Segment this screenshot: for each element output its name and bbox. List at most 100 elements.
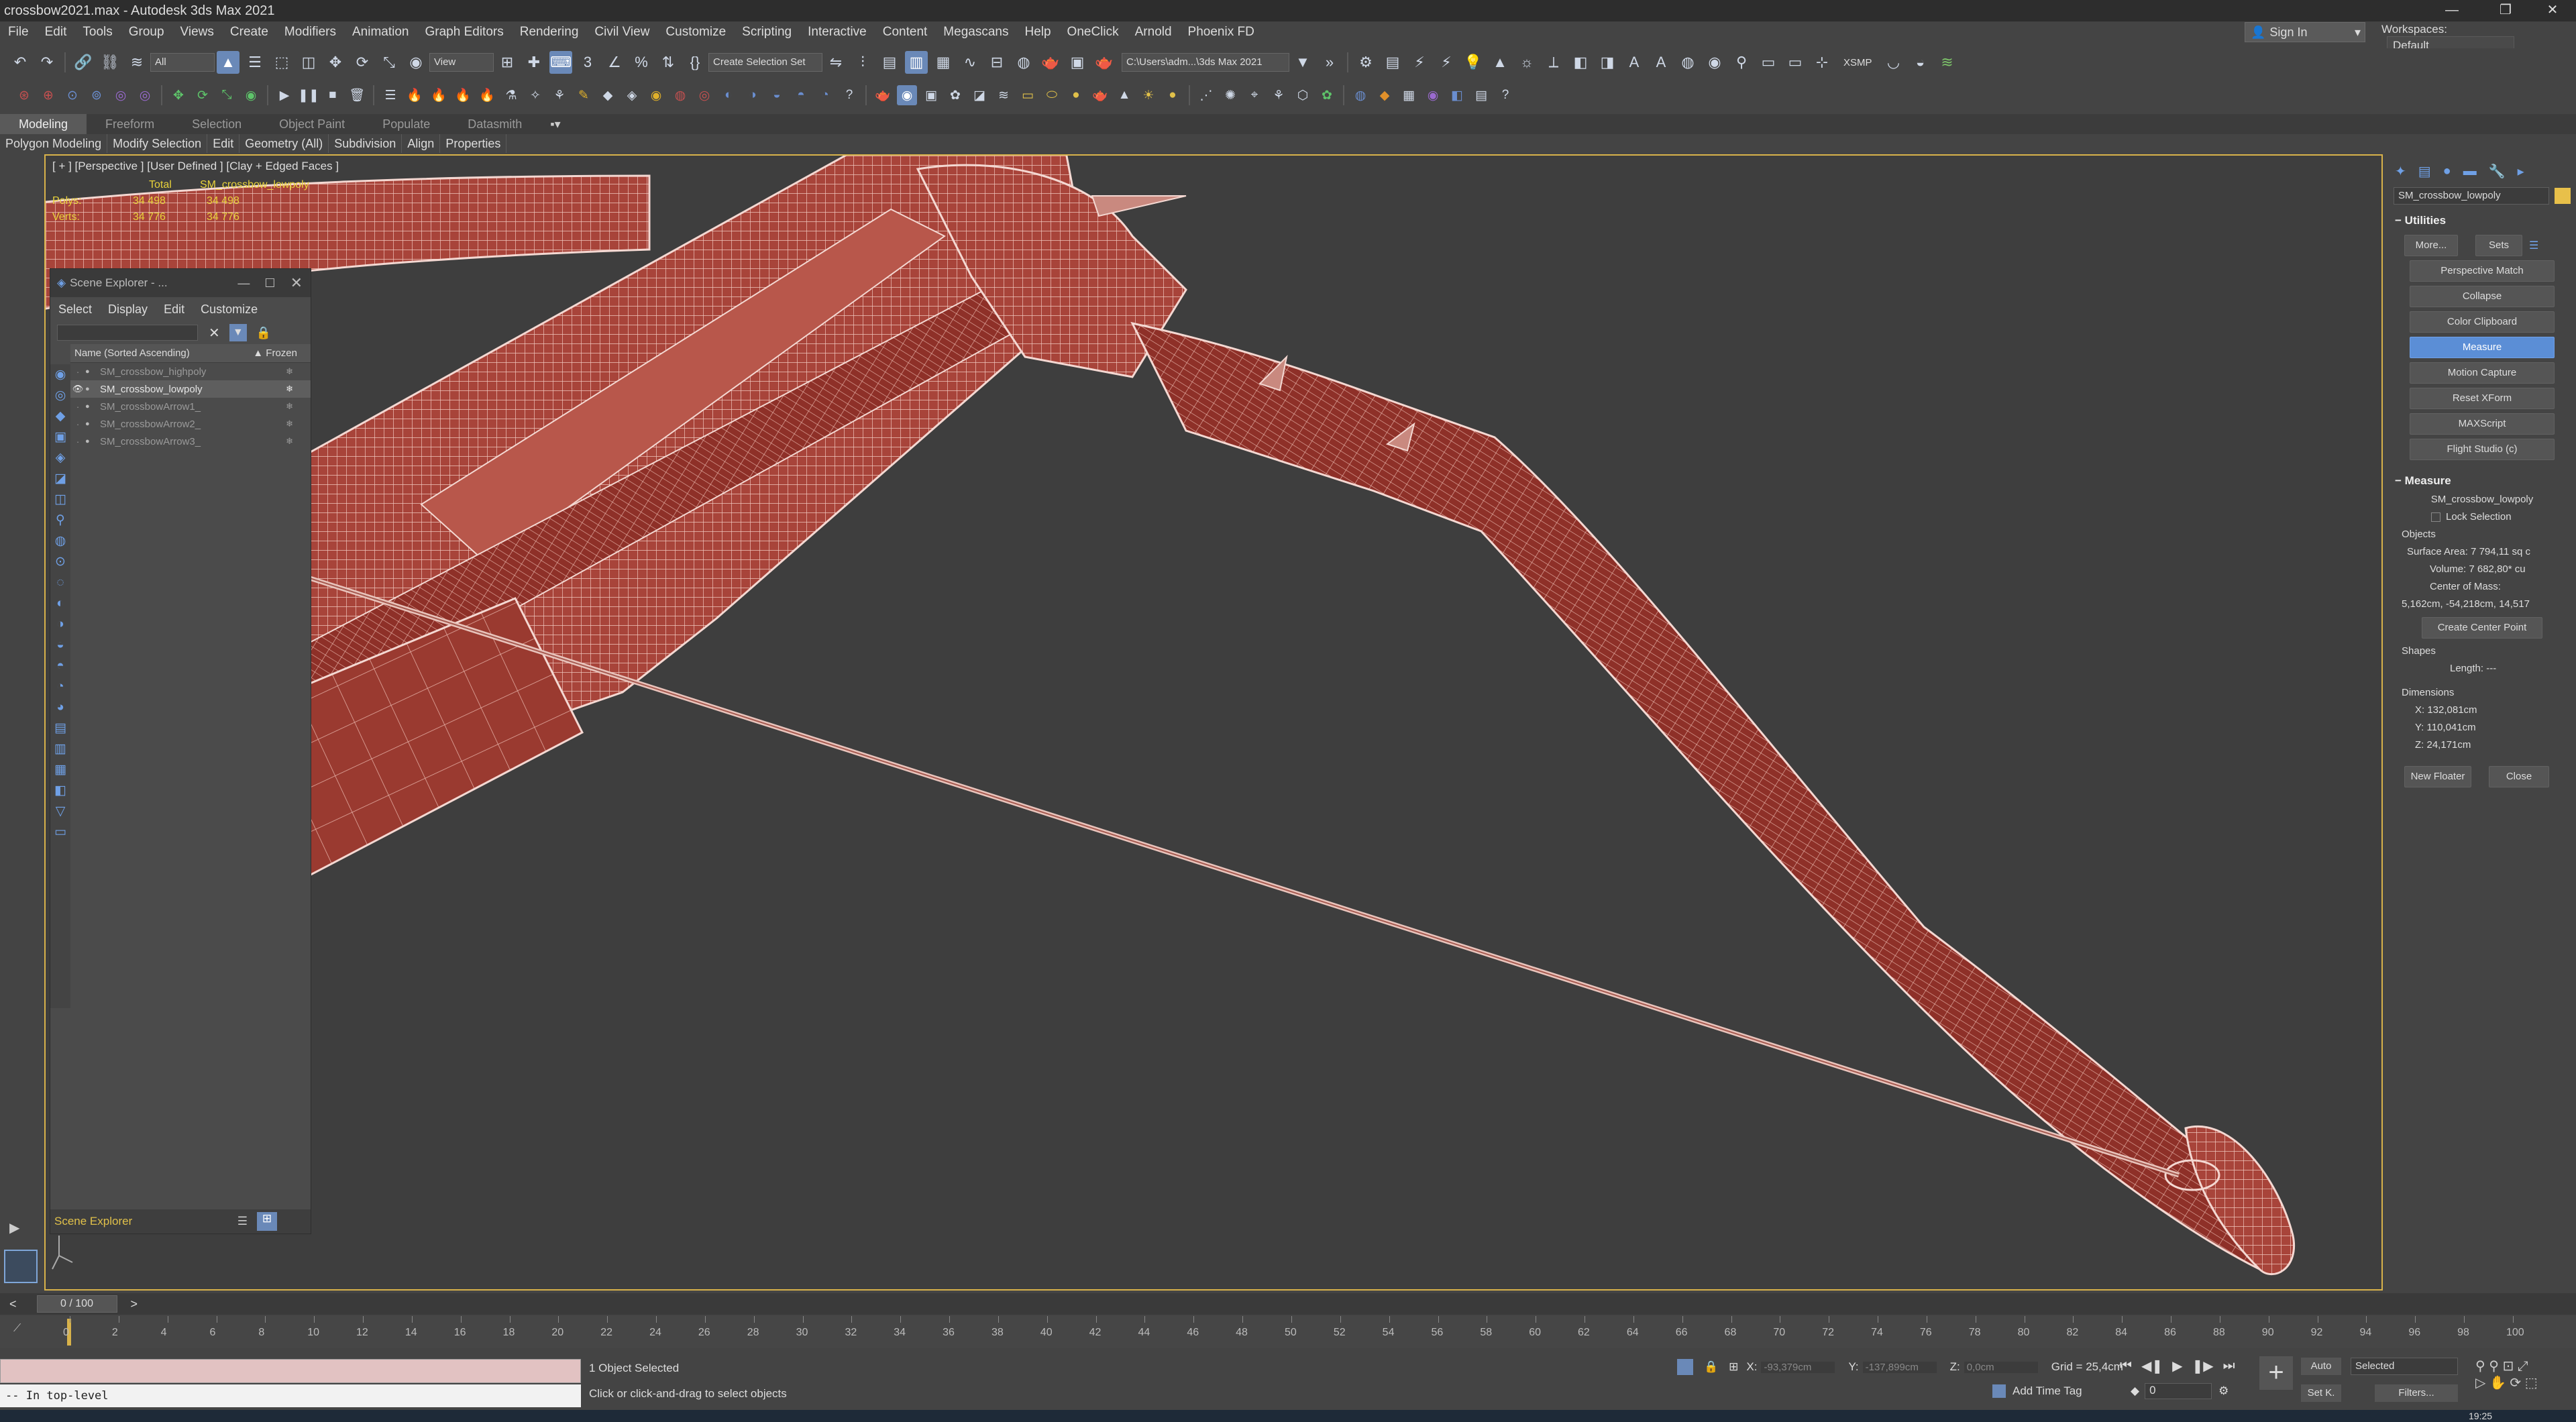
tool-icon-43[interactable]: ?	[1495, 85, 1515, 105]
lock-icon[interactable]: 🔒	[1704, 1360, 1718, 1374]
plugin-icon-3[interactable]: ⚡	[1408, 51, 1431, 74]
ribbon-tab-modeling[interactable]: Modeling	[0, 114, 87, 134]
align-icon[interactable]: ⫶	[851, 51, 874, 74]
close-window-icon[interactable]: ✕	[2529, 0, 2576, 21]
freeze-icon[interactable]: ❄	[286, 419, 293, 429]
pivot-center-icon[interactable]: ⊞	[496, 51, 519, 74]
create-center-point-button[interactable]: Create Center Point	[2422, 617, 2542, 639]
tool-icon-27[interactable]: ▣	[921, 85, 941, 105]
tool-icon-36[interactable]: ✿	[1317, 85, 1337, 105]
ribbon-subtab-polygon-modeling[interactable]: Polygon Modeling	[0, 134, 108, 153]
ribbon-subtab-properties[interactable]: Properties	[440, 134, 507, 153]
close-button[interactable]: Close	[2489, 766, 2549, 787]
menu-item-content[interactable]: Content	[875, 21, 936, 43]
plugin-icon-4[interactable]: ⚡	[1435, 51, 1458, 74]
pause-icon[interactable]: ❚❚	[298, 85, 319, 105]
angle-snap-icon[interactable]: ∠	[603, 51, 626, 74]
orbit-icon[interactable]: ⟳	[2510, 1376, 2521, 1390]
go-to-end-icon[interactable]: ⏭	[2223, 1358, 2235, 1374]
plugin-icon-15[interactable]: ▭	[1784, 51, 1807, 74]
menu-item-edit[interactable]: Edit	[37, 21, 75, 43]
column-name[interactable]: Name (Sorted Ascending)	[70, 347, 190, 359]
more-button[interactable]: More...	[2404, 235, 2458, 256]
plugin-icon-8[interactable]: ◨	[1596, 51, 1619, 74]
panel-menu-icon[interactable]: ▸	[2518, 163, 2524, 180]
ribbon-subtab-geometry-all-[interactable]: Geometry (All)	[239, 134, 329, 153]
render-dot-icon[interactable]: ●	[85, 368, 96, 376]
hidden-eye-icon[interactable]: ·	[70, 437, 85, 447]
freeze-icon[interactable]: ❄	[286, 436, 293, 447]
close-icon[interactable]: ✕	[290, 274, 303, 292]
menu-item-civil-view[interactable]: Civil View	[586, 21, 657, 43]
menu-item-file[interactable]: File	[0, 21, 37, 43]
scene-object-row[interactable]: · ● SM_crossbow_highpoly ❄	[70, 363, 311, 380]
menu-item-views[interactable]: Views	[172, 21, 222, 43]
maximize-viewport-icon[interactable]: ⤢	[2518, 1359, 2528, 1374]
sun-icon[interactable]: ☼	[1515, 51, 1538, 74]
selection-lock-toggle[interactable]	[1677, 1359, 1693, 1375]
time-slider-thumb[interactable]: 0 / 100	[36, 1295, 117, 1313]
toggle-scene-explorer-icon[interactable]: ▤	[878, 51, 901, 74]
tool-icon-33[interactable]: ⌖	[1244, 85, 1265, 105]
track-bar[interactable]: ⟋ 0 2 4 6 8 10 12 14 16 18 20 22 24 26 28 30 32 34 36 38 40 4…	[0, 1316, 2576, 1348]
rotate-icon[interactable]: ⟳	[351, 51, 374, 74]
trash-icon[interactable]: 🗑	[347, 85, 367, 105]
auto-key-button[interactable]: Auto	[2301, 1358, 2341, 1375]
tool-icon-37[interactable]: ◍	[1350, 85, 1371, 105]
prev-frame-icon[interactable]: <	[9, 1297, 17, 1311]
create-tab-icon[interactable]: ✦	[2395, 163, 2406, 180]
ribbon-subtab-align[interactable]: Align	[402, 134, 441, 153]
cone-icon[interactable]: ⬭	[1042, 85, 1062, 105]
project-folder-icon[interactable]: ▼	[1291, 51, 1314, 74]
utilities-rollout-header[interactable]: − Utilities	[2388, 211, 2576, 231]
utility-motion-capturebutton[interactable]: Motion Capture	[2410, 362, 2555, 384]
redo-icon[interactable]: ↷	[36, 51, 58, 74]
scene-menu-edit[interactable]: Edit	[156, 303, 193, 317]
maximize-icon[interactable]: ☐	[264, 276, 275, 290]
current-frame-field[interactable]: 0	[2145, 1383, 2212, 1399]
menu-item-help[interactable]: Help	[1016, 21, 1059, 43]
scale-icon[interactable]: ⤡	[378, 51, 400, 74]
tool-icon-42[interactable]: ▤	[1471, 85, 1491, 105]
eye-icon[interactable]: 👁	[70, 384, 85, 394]
menu-item-group[interactable]: Group	[121, 21, 172, 43]
rendered-frame-window-icon[interactable]: ▣	[1066, 51, 1089, 74]
selection-filter-dropdown[interactable]: All	[150, 53, 215, 72]
render-production-icon[interactable]: 🫖	[1093, 51, 1116, 74]
hidden-eye-icon[interactable]: ·	[70, 402, 85, 412]
play-animation-icon[interactable]: ▶	[2172, 1358, 2182, 1374]
plugin-icon-1[interactable]: ⚙	[1354, 51, 1377, 74]
xsmp-label[interactable]: XSMP	[1843, 57, 1872, 68]
utility-maxscriptbutton[interactable]: MAXScript	[2410, 413, 2555, 435]
next-frame-icon[interactable]: >	[131, 1297, 138, 1311]
light-icon[interactable]: 💡	[1462, 51, 1485, 74]
tool-icon-22[interactable]: ◒	[767, 85, 787, 105]
zoom-all-icon[interactable]: ⚲	[2489, 1359, 2499, 1374]
tool-icon-5[interactable]: ◎	[111, 85, 131, 105]
plugin-icon-2[interactable]: ▤	[1381, 51, 1404, 74]
scene-explorer-titlebar[interactable]: ◈ Scene Explorer - ... — ☐ ✕	[50, 269, 311, 297]
tool-icon-25[interactable]: 🫖	[873, 85, 893, 105]
render-dot-icon[interactable]: ●	[85, 420, 96, 428]
tool-icon-9[interactable]: ⤡	[217, 85, 237, 105]
tool-icon-20[interactable]: ◐	[718, 85, 739, 105]
tool-icon-40[interactable]: ◉	[1423, 85, 1443, 105]
hierarchy-tab-icon[interactable]: ●	[2443, 164, 2451, 179]
tool-icon-23[interactable]: ◓	[791, 85, 811, 105]
layer-explorer-icon[interactable]: ▥	[905, 51, 928, 74]
unlink-icon[interactable]: ⛓	[99, 51, 121, 74]
menu-item-rendering[interactable]: Rendering	[512, 21, 587, 43]
utility-collapsebutton[interactable]: Collapse	[2410, 286, 2555, 307]
scene-object-row[interactable]: · ● SM_crossbowArrow2_ ❄	[70, 415, 311, 433]
fov-icon[interactable]: ▷	[2475, 1376, 2485, 1390]
key-filter-dropdown[interactable]: Selected	[2351, 1358, 2458, 1375]
tool-icon-18[interactable]: ◍	[670, 85, 690, 105]
render-dot-icon[interactable]: ●	[85, 402, 96, 411]
link-icon[interactable]: 🔗	[72, 51, 95, 74]
project-path-dropdown[interactable]: C:\Users\adm...\3ds Max 2021	[1122, 53, 1289, 72]
freeze-icon[interactable]: ❄	[286, 366, 293, 377]
percent-snap-icon[interactable]: %	[630, 51, 653, 74]
clear-search-icon[interactable]: ✕	[209, 325, 220, 341]
tool-icon-15[interactable]: ◆	[598, 85, 618, 105]
minimize-icon[interactable]: —	[2428, 0, 2475, 21]
